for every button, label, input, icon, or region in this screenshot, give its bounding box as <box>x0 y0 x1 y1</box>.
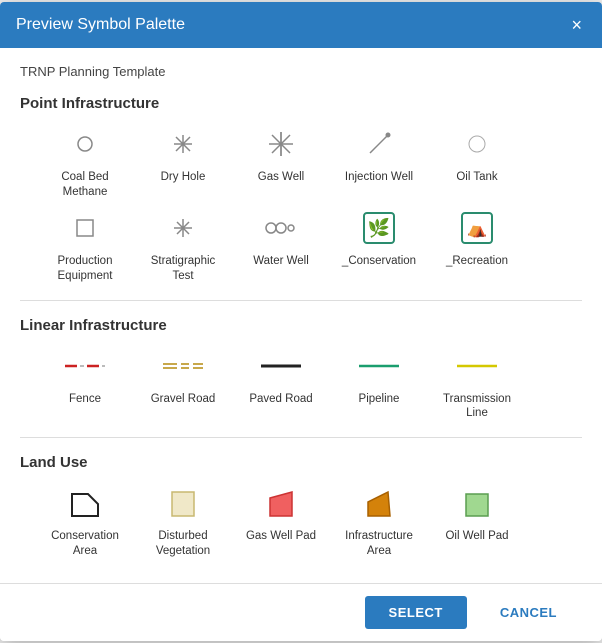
paved-road-icon <box>261 346 301 386</box>
recreation-icon: ⛺ <box>457 208 497 248</box>
symbol-gas-well-pad: Gas Well Pad <box>236 483 326 559</box>
conservation-area-label: ConservationArea <box>51 529 119 559</box>
circle-thin-svg <box>467 134 487 154</box>
oil-tank-icon <box>457 124 497 164</box>
transmission-svg <box>457 361 497 371</box>
gas-well-label: Gas Well <box>258 170 304 185</box>
svg-text:🌿: 🌿 <box>368 217 390 238</box>
oil-tank-label: Oil Tank <box>456 170 497 185</box>
dialog-body: TRNP Planning Template Point Infrastruct… <box>0 48 602 584</box>
gravel-road-icon <box>163 346 203 386</box>
injection-well-label: Injection Well <box>345 170 413 185</box>
production-equipment-label: ProductionEquipment <box>58 254 113 284</box>
symbol-conservation: 🌿 _Conservation <box>334 208 424 284</box>
gravel-svg <box>163 359 203 373</box>
conservation-area-icon <box>65 483 105 523</box>
nature-svg: 🌿 <box>362 211 396 245</box>
symbol-fence: Fence <box>40 346 130 422</box>
water-well-icon <box>261 208 301 248</box>
section-point-title: Point Infrastructure <box>20 95 582 112</box>
water-well-label: Water Well <box>253 254 309 269</box>
conservation-poly-svg <box>66 484 104 522</box>
transmission-line-icon <box>457 346 497 386</box>
disturbed-poly-svg <box>164 484 202 522</box>
symbol-injection-well: Injection Well <box>334 124 424 200</box>
symbol-gravel-road: Gravel Road <box>138 346 228 422</box>
diagonal-svg <box>364 129 394 159</box>
section-linear-title: Linear Infrastructure <box>20 317 582 334</box>
dialog-title: Preview Symbol Palette <box>16 16 185 34</box>
oil-well-pad-label: Oil Well Pad <box>445 529 508 544</box>
paved-road-label: Paved Road <box>249 392 312 407</box>
fence-label: Fence <box>69 392 101 407</box>
conservation-icon: 🌿 <box>359 208 399 248</box>
symbol-oil-well-pad: Oil Well Pad <box>432 483 522 559</box>
injection-well-icon <box>359 124 399 164</box>
circles-svg <box>265 219 297 237</box>
symbol-gas-well: Gas Well <box>236 124 326 200</box>
transmission-line-label: TransmissionLine <box>443 392 511 422</box>
close-button[interactable]: × <box>567 14 586 36</box>
pipeline-icon <box>359 346 399 386</box>
disturbed-vegetation-icon <box>163 483 203 523</box>
landuse-symbol-grid: ConservationArea DisturbedVegetation Gas… <box>20 483 582 559</box>
divider-linear-land <box>20 437 582 438</box>
stratigraphic-test-label: StratigraphicTest <box>151 254 216 284</box>
symbol-dry-hole: Dry Hole <box>138 124 228 200</box>
stratigraphic-test-icon <box>163 208 203 248</box>
dialog-header: Preview Symbol Palette × <box>0 2 602 48</box>
symbol-disturbed-vegetation: DisturbedVegetation <box>138 483 228 559</box>
production-equipment-icon <box>65 208 105 248</box>
dry-hole-icon <box>163 124 203 164</box>
gravel-road-label: Gravel Road <box>151 392 216 407</box>
symbol-stratigraphic-test: StratigraphicTest <box>138 208 228 284</box>
dialog: Preview Symbol Palette × TRNP Planning T… <box>0 2 602 642</box>
symbol-transmission-line: TransmissionLine <box>432 346 522 422</box>
gas-well-icon <box>261 124 301 164</box>
symbol-recreation: ⛺ _Recreation <box>432 208 522 284</box>
symbol-conservation-area: ConservationArea <box>40 483 130 559</box>
coal-bed-methane-label: Coal BedMethane <box>61 170 108 200</box>
template-name: TRNP Planning Template <box>20 64 582 79</box>
fence-svg <box>65 359 105 373</box>
paved-svg <box>261 361 301 371</box>
oil-well-pad-icon <box>457 483 497 523</box>
point-symbol-grid: Coal BedMethane Dry Hole <box>20 124 582 284</box>
select-button[interactable]: SELECT <box>365 596 467 629</box>
infra-poly-svg <box>360 484 398 522</box>
pipeline-svg <box>359 361 399 371</box>
conservation-label: _Conservation <box>342 254 416 269</box>
infrastructure-area-icon <box>359 483 399 523</box>
gas-well-pad-label: Gas Well Pad <box>246 529 316 544</box>
pipeline-label: Pipeline <box>359 392 400 407</box>
cross-sm-svg <box>172 217 194 239</box>
section-landuse-title: Land Use <box>20 454 582 471</box>
dry-hole-label: Dry Hole <box>161 170 206 185</box>
divider-point-linear <box>20 300 582 301</box>
circle-empty-svg <box>75 134 95 154</box>
oil-poly-svg <box>458 484 496 522</box>
svg-text:⛺: ⛺ <box>467 221 487 238</box>
infrastructure-area-label: InfrastructureArea <box>345 529 413 559</box>
recreation-label: _Recreation <box>446 254 508 269</box>
symbol-paved-road: Paved Road <box>236 346 326 422</box>
linear-symbol-grid: Fence Gravel Road <box>20 346 582 422</box>
symbol-coal-bed-methane: Coal BedMethane <box>40 124 130 200</box>
symbol-pipeline: Pipeline <box>334 346 424 422</box>
cross4-svg <box>172 133 194 155</box>
symbol-infrastructure-area: InfrastructureArea <box>334 483 424 559</box>
gas-poly-svg <box>262 484 300 522</box>
symbol-production-equipment: ProductionEquipment <box>40 208 130 284</box>
symbol-water-well: Water Well <box>236 208 326 284</box>
dialog-footer: SELECT CANCEL <box>0 583 602 641</box>
square-empty-svg <box>75 218 95 238</box>
gas-well-pad-icon <box>261 483 301 523</box>
asterisk-svg <box>267 130 295 158</box>
coal-bed-methane-icon <box>65 124 105 164</box>
fence-icon <box>65 346 105 386</box>
recreation-svg: ⛺ <box>460 211 494 245</box>
symbol-oil-tank: Oil Tank <box>432 124 522 200</box>
cancel-button[interactable]: CANCEL <box>475 596 582 629</box>
disturbed-vegetation-label: DisturbedVegetation <box>156 529 210 559</box>
